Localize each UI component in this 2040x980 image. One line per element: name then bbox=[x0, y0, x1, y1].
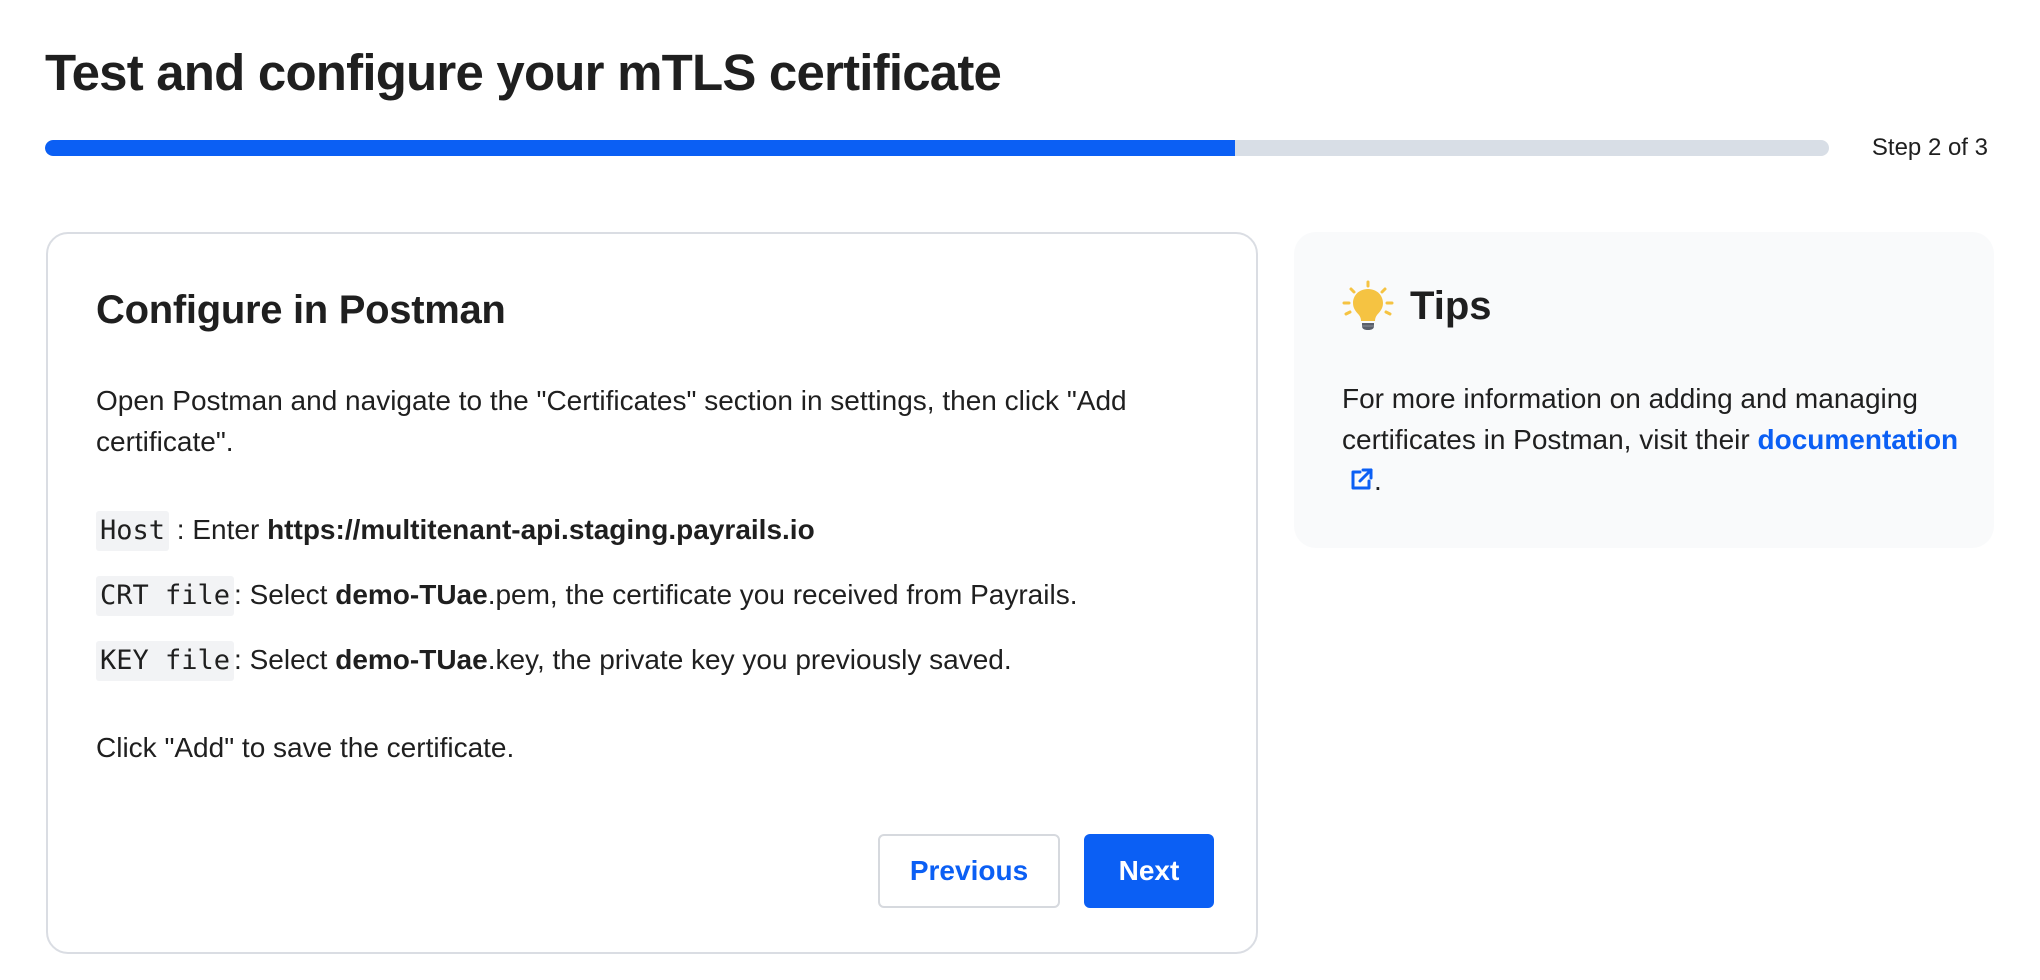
configure-card: Configure in Postman Open Postman and na… bbox=[46, 232, 1258, 954]
key-suffix: .key, the private key you previously sav… bbox=[487, 644, 1012, 675]
key-code: KEY file bbox=[96, 641, 235, 681]
crt-suffix: .pem, the certificate you received from … bbox=[487, 579, 1078, 610]
tips-title: Tips bbox=[1410, 284, 1492, 328]
outro-text: Click "Add" to save the certificate. bbox=[96, 732, 515, 763]
crt-code: CRT file bbox=[96, 576, 235, 616]
host-value: https://multitenant-api.staging.payrails… bbox=[267, 514, 815, 545]
lightbulb-icon bbox=[1342, 280, 1394, 330]
tips-header: Tips bbox=[1342, 278, 1492, 334]
host-prefix: : Enter bbox=[169, 514, 268, 545]
host-code: Host bbox=[96, 511, 170, 551]
documentation-label: documentation bbox=[1757, 424, 1959, 455]
host-row: Host : Enter https://multitenant-api.sta… bbox=[96, 508, 815, 552]
crt-prefix: : Select bbox=[234, 579, 336, 610]
crt-filename: demo-TUae bbox=[335, 579, 488, 610]
page-title: Test and configure your mTLS certificate bbox=[45, 44, 1002, 101]
step-label: Step 2 of 3 bbox=[1871, 134, 1988, 161]
crt-row: CRT file: Select demo-TUae.pem, the cert… bbox=[96, 573, 1077, 617]
card-title: Configure in Postman bbox=[96, 288, 506, 332]
external-link-icon bbox=[1351, 468, 1373, 490]
key-row: KEY file: Select demo-TUae.key, the priv… bbox=[96, 638, 1012, 682]
tips-text: For more information on adding and manag… bbox=[1342, 378, 1962, 501]
page: Test and configure your mTLS certificate… bbox=[0, 0, 2040, 980]
progress-bar bbox=[45, 140, 1829, 156]
next-button[interactable]: Next bbox=[1084, 834, 1214, 908]
progress-fill bbox=[45, 140, 1235, 156]
key-prefix: : Select bbox=[234, 644, 336, 675]
intro-text: Open Postman and navigate to the "Certif… bbox=[96, 385, 1127, 457]
key-filename: demo-TUae bbox=[335, 644, 488, 675]
previous-button[interactable]: Previous bbox=[878, 834, 1060, 908]
tips-card: Tips For more information on adding and … bbox=[1294, 232, 1994, 548]
tips-end: . bbox=[1374, 465, 1382, 496]
